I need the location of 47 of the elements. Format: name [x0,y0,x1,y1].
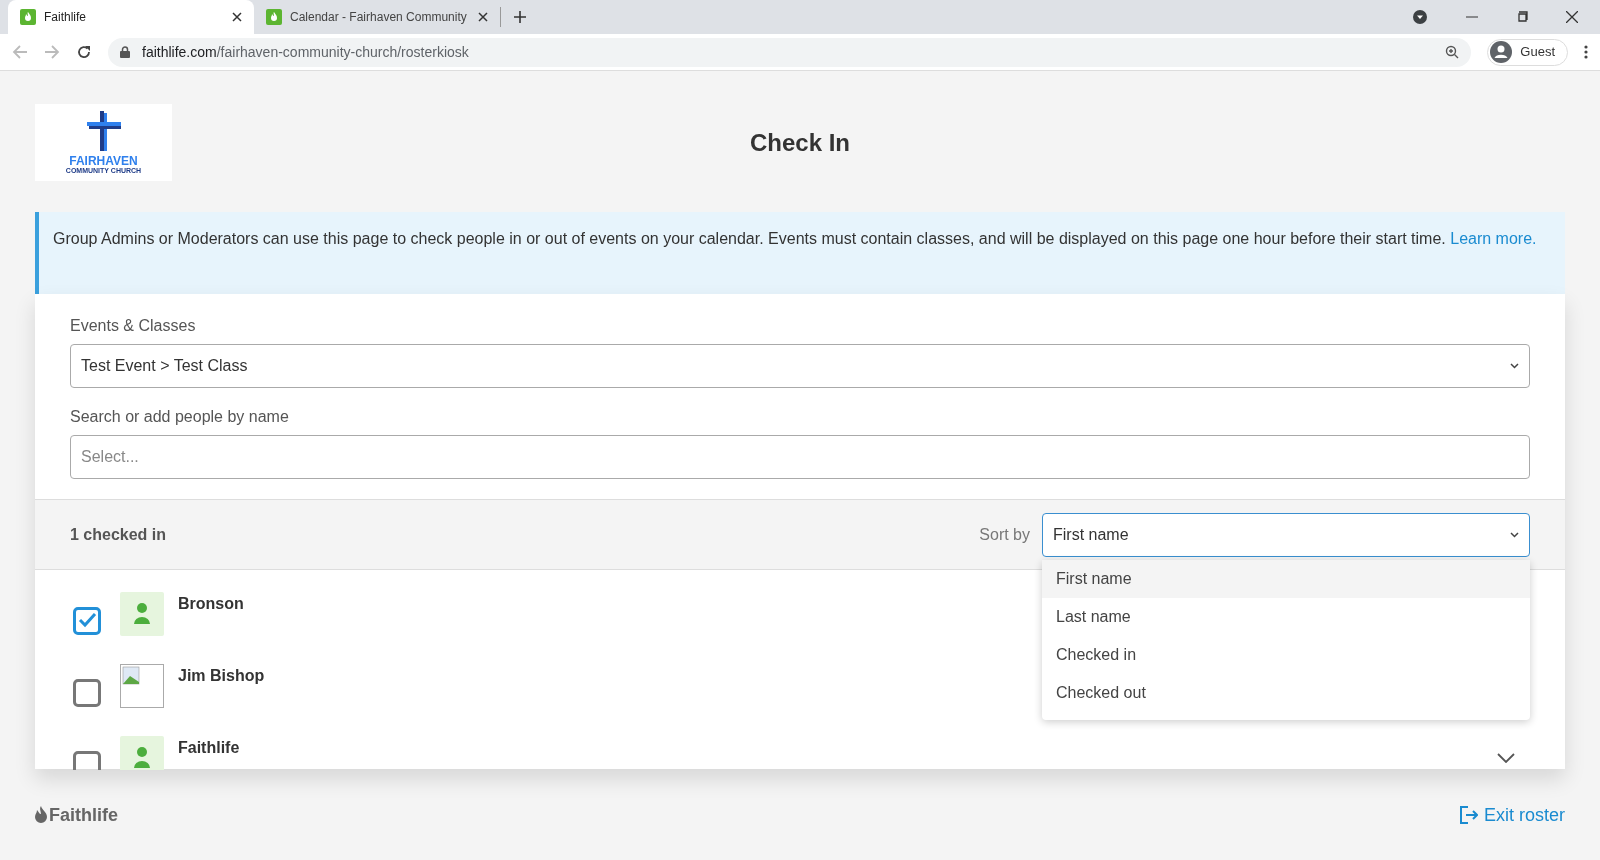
checked-in-count: 1 checked in [70,524,168,545]
checkbox[interactable] [73,679,101,707]
url-text: faithlife.com/fairhaven-community-church/rosterkiosk [142,42,470,62]
avatar-icon [1490,41,1513,63]
logo-name: FAIRHAVEN [69,155,138,167]
person-avatar [120,736,164,770]
zoom-icon[interactable] [1445,45,1460,59]
tab-search-icon[interactable] [1412,9,1428,25]
menu-icon[interactable] [1584,45,1588,59]
flame-logo-icon [20,9,36,25]
reload-icon[interactable] [76,44,92,60]
field-label: Events & Classes [70,316,197,336]
cross-icon [86,111,121,151]
chevron-down-icon [1510,531,1519,538]
flame-logo-icon [266,9,282,25]
people-search-field[interactable]: Select... [70,435,1530,479]
checkbox[interactable] [73,607,101,635]
browser-tab[interactable]: Faithlife [8,0,254,34]
sort-option[interactable]: Last name [1042,597,1530,636]
close-icon[interactable] [478,12,488,22]
lock-icon [120,46,130,58]
page-title: Check In [749,127,851,158]
sort-select[interactable]: First name [1042,512,1530,557]
person-name: Faithlife [178,738,240,758]
close-icon[interactable] [232,12,242,22]
sort-label: Sort by [979,524,1030,545]
field-label: Search or add people by name [70,407,290,427]
faithlife-logo: Faithlife [35,801,118,829]
sort-option[interactable]: Checked out [1042,673,1530,712]
person-name: Bronson [178,594,244,614]
close-icon[interactable] [1566,11,1578,23]
person-name: Jim Bishop [178,666,265,686]
chevron-down-icon[interactable] [1497,753,1515,763]
chevron-down-icon [1510,363,1519,369]
person-avatar [120,592,164,636]
events-select[interactable]: Test Event > Test Class [70,344,1530,388]
sort-option[interactable]: First name [1042,559,1530,598]
checkmark-icon [77,613,97,629]
info-banner: Group Admins or Moderators can use this page to check people in or out of events on your calendar. Events must contain classes, and will be displayed on this page one hour before their start time. Learn more. [35,212,1565,294]
new-tab-icon[interactable] [513,10,527,24]
browser-tab[interactable]: Calendar - Fairhaven Community [254,0,500,34]
address-bar[interactable]: faithlife.com/fairhaven-community-church/rosterkiosk [108,37,1472,67]
broken-image-icon [120,664,164,708]
exit-icon [1459,806,1478,824]
restore-icon[interactable] [1516,11,1528,23]
sort-option[interactable]: Checked in [1042,635,1530,674]
flame-icon [35,806,47,824]
